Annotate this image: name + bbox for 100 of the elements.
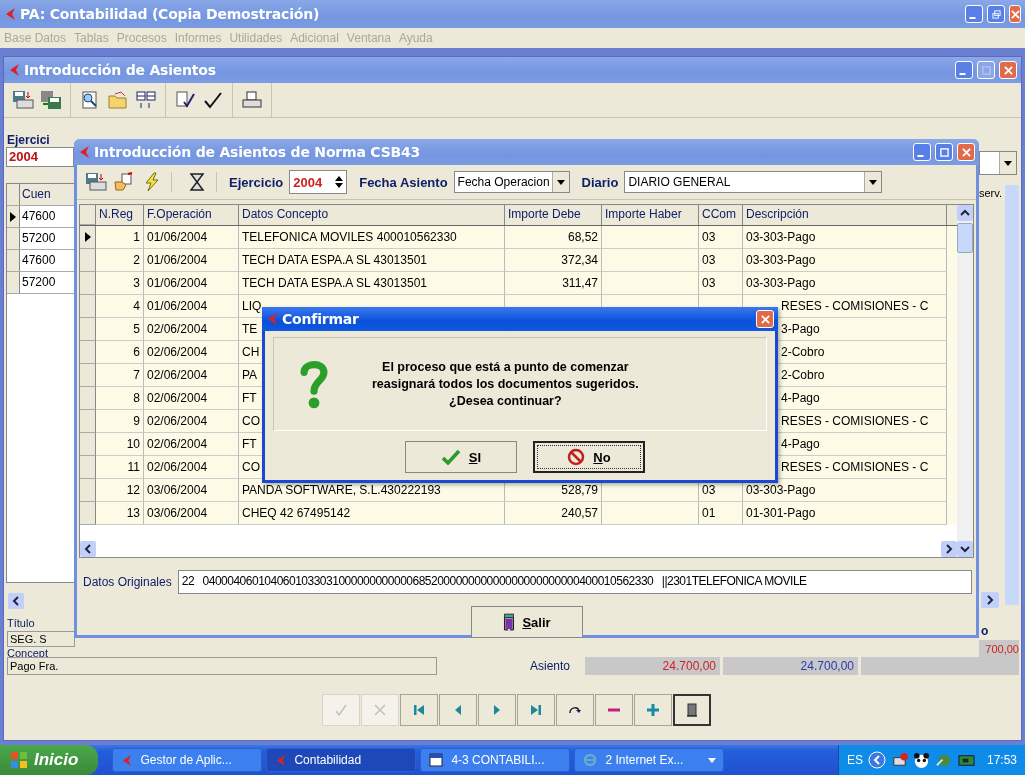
plus-icon bbox=[645, 702, 661, 718]
row-header-cell[interactable] bbox=[80, 364, 96, 387]
row-header-cell[interactable] bbox=[80, 272, 96, 295]
door-icon bbox=[684, 702, 700, 718]
row-header-cell[interactable] bbox=[80, 249, 96, 272]
first-button[interactable] bbox=[400, 694, 438, 726]
save-disk-icon[interactable] bbox=[12, 90, 34, 110]
taskbar-button[interactable]: Gestor de Aplic... bbox=[112, 748, 263, 772]
tray-printer-icon[interactable] bbox=[890, 751, 908, 769]
minimize-icon bbox=[917, 155, 924, 157]
row-header-cell[interactable] bbox=[80, 456, 96, 479]
row-header-cell[interactable] bbox=[80, 295, 96, 318]
ejercicio-field[interactable]: 2004 bbox=[6, 147, 74, 167]
row-header-cell[interactable] bbox=[80, 479, 96, 502]
import-disk-icon[interactable] bbox=[85, 172, 107, 192]
row-header-cell[interactable] bbox=[80, 341, 96, 364]
column-header[interactable]: CCom bbox=[699, 205, 743, 225]
window-title: Introducción de Asientos de Norma CSB43 bbox=[94, 144, 421, 160]
printer-icon[interactable] bbox=[241, 90, 263, 110]
minimize-icon bbox=[969, 17, 976, 19]
datos-originales-field[interactable]: 22 0400040601040601033031000000000000685200000000000000000000000400010562330 ||2301TELEFONICA MOVILE bbox=[177, 570, 972, 594]
chevron-down-icon bbox=[960, 545, 970, 553]
taskbar-button[interactable]: Contabilidad bbox=[266, 748, 417, 772]
exit-button[interactable] bbox=[673, 694, 711, 726]
grid-icon[interactable] bbox=[135, 90, 157, 110]
maximize-button[interactable] bbox=[977, 61, 995, 79]
skip-to-start-icon bbox=[411, 702, 427, 718]
row-header-cell[interactable] bbox=[80, 433, 96, 456]
vertical-scrollbar[interactable] bbox=[1005, 185, 1019, 605]
prohibited-icon bbox=[567, 448, 586, 466]
fecha-asiento-label: Fecha Asiento bbox=[359, 174, 448, 190]
scrollbar-thumb[interactable] bbox=[957, 223, 973, 253]
panda-icon[interactable] bbox=[912, 751, 930, 769]
check-icon[interactable] bbox=[202, 90, 224, 110]
minimize-button[interactable] bbox=[965, 5, 983, 23]
last-button[interactable] bbox=[517, 694, 555, 726]
delete-button[interactable] bbox=[595, 694, 633, 726]
chevron-left-icon bbox=[12, 596, 20, 606]
maximize-button[interactable] bbox=[935, 143, 953, 161]
row-header-cell[interactable] bbox=[7, 206, 20, 227]
yes-button[interactable]: SI bbox=[405, 441, 517, 473]
close-icon bbox=[961, 147, 971, 157]
table-cell-text: 47600 bbox=[21, 208, 57, 225]
fecha-asiento-dropdown[interactable]: Fecha Operacion bbox=[453, 171, 570, 193]
app-logo-icon bbox=[275, 753, 287, 767]
dropdown-arrow-icon bbox=[1004, 160, 1012, 166]
prior-button[interactable] bbox=[439, 694, 477, 726]
salir-button[interactable]: Salir bbox=[470, 606, 583, 638]
diario-dropdown[interactable]: DIARIO GENERAL bbox=[624, 171, 883, 193]
row-header-cell[interactable] bbox=[80, 502, 96, 525]
minimize-button[interactable] bbox=[913, 143, 931, 161]
language-indicator[interactable]: ES bbox=[846, 753, 863, 767]
folder-icon[interactable] bbox=[107, 90, 129, 110]
close-button[interactable] bbox=[999, 61, 1017, 79]
column-header[interactable]: Descripción bbox=[743, 205, 947, 225]
taskbar-button[interactable]: 2 Internet Ex... bbox=[574, 748, 725, 772]
concepto-field[interactable]: Pago Fra. bbox=[7, 657, 437, 675]
scroll-down-button[interactable] bbox=[957, 541, 973, 557]
row-header-cell[interactable] bbox=[7, 228, 20, 249]
dropdown-field[interactable] bbox=[979, 151, 1017, 175]
restore-button[interactable] bbox=[987, 5, 1005, 23]
hand-document-icon[interactable] bbox=[113, 172, 135, 192]
column-header[interactable]: Datos Concepto bbox=[239, 205, 505, 225]
row-header-cell[interactable] bbox=[80, 387, 96, 410]
spin-arrows-icon[interactable] bbox=[335, 175, 344, 189]
save-disk-icon[interactable] bbox=[40, 90, 62, 110]
ejercicio-spin-field[interactable]: 2004 bbox=[289, 170, 348, 194]
row-header-cell[interactable] bbox=[7, 250, 20, 271]
refresh-button[interactable] bbox=[556, 694, 594, 726]
close-button[interactable] bbox=[756, 310, 774, 328]
next-button[interactable] bbox=[478, 694, 516, 726]
column-header[interactable]: N.Reg bbox=[96, 205, 144, 225]
start-button[interactable]: Inicio bbox=[0, 745, 99, 775]
column-header[interactable]: F.Operación bbox=[144, 205, 239, 225]
skip-to-end-icon bbox=[528, 702, 544, 718]
document-check-icon[interactable] bbox=[174, 90, 196, 110]
close-button[interactable] bbox=[957, 143, 975, 161]
ejercicio-label: Ejercici bbox=[7, 133, 50, 147]
close-button[interactable] bbox=[1009, 5, 1021, 23]
cross-icon bbox=[372, 702, 388, 718]
row-header-cell[interactable] bbox=[80, 226, 96, 249]
maximize-icon bbox=[981, 65, 991, 75]
row-header-cell[interactable] bbox=[80, 318, 96, 341]
row-header-cell[interactable] bbox=[80, 410, 96, 433]
titulo-field[interactable]: SEG. S bbox=[7, 631, 75, 647]
scroll-right-button[interactable] bbox=[981, 592, 999, 608]
check-icon bbox=[333, 702, 349, 718]
debe-total-field: 24.700,00 bbox=[585, 657, 720, 675]
no-button[interactable]: No bbox=[533, 441, 645, 473]
scroll-left-button[interactable] bbox=[80, 541, 96, 557]
scroll-left-button[interactable] bbox=[8, 593, 24, 609]
task-group-arrow-icon[interactable] bbox=[708, 757, 717, 763]
scroll-up-button[interactable] bbox=[957, 205, 973, 221]
diario-label: Diario bbox=[581, 174, 619, 190]
minimize-button[interactable] bbox=[955, 61, 973, 79]
row-header-cell[interactable] bbox=[7, 272, 20, 293]
column-header[interactable]: Cuen bbox=[20, 184, 75, 205]
show-hidden-icons-icon[interactable] bbox=[867, 751, 886, 769]
scroll-right-button[interactable] bbox=[941, 541, 957, 557]
taskbar-button[interactable]: 4-3 CONTABILI... bbox=[420, 748, 571, 772]
